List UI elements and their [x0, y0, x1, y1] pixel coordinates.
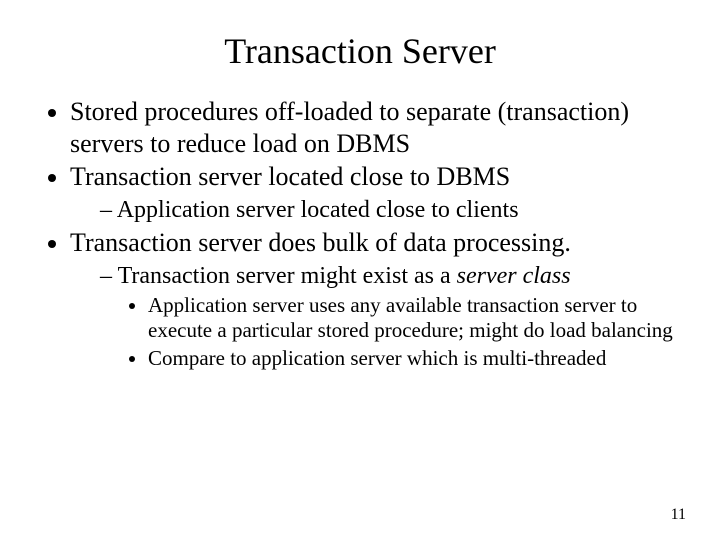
bullet-item: Application server located close to clie…: [100, 195, 690, 225]
page-number: 11: [671, 506, 686, 524]
bullet-item: Stored procedures off-loaded to separate…: [70, 96, 690, 159]
bullet-item: Transaction server located close to DBMS…: [70, 161, 690, 225]
bullet-text-italic: server class: [457, 263, 571, 289]
bullet-item: Transaction server does bulk of data pro…: [70, 227, 690, 372]
bullet-item: Transaction server might exist as a serv…: [100, 261, 690, 372]
bullet-text: Stored procedures off-loaded to separate…: [70, 97, 629, 158]
bullet-item: Application server uses any available tr…: [148, 293, 690, 344]
bullet-text: Transaction server located close to DBMS: [70, 162, 510, 191]
bullet-text: Application server located close to clie…: [117, 197, 519, 223]
bullet-list-level2: Transaction server might exist as a serv…: [70, 261, 690, 372]
bullet-text: Transaction server does bulk of data pro…: [70, 228, 571, 257]
bullet-list-level1: Stored procedures off-loaded to separate…: [30, 96, 690, 372]
bullet-text: Application server uses any available tr…: [148, 293, 673, 343]
bullet-text: Transaction server might exist as a: [118, 263, 457, 289]
bullet-list-level3: Application server uses any available tr…: [100, 293, 690, 372]
bullet-text: Compare to application server which is m…: [148, 346, 606, 370]
bullet-item: Compare to application server which is m…: [148, 346, 690, 372]
bullet-list-level2: Application server located close to clie…: [70, 195, 690, 225]
slide-title: Transaction Server: [30, 30, 690, 72]
slide: Transaction Server Stored procedures off…: [0, 0, 720, 540]
